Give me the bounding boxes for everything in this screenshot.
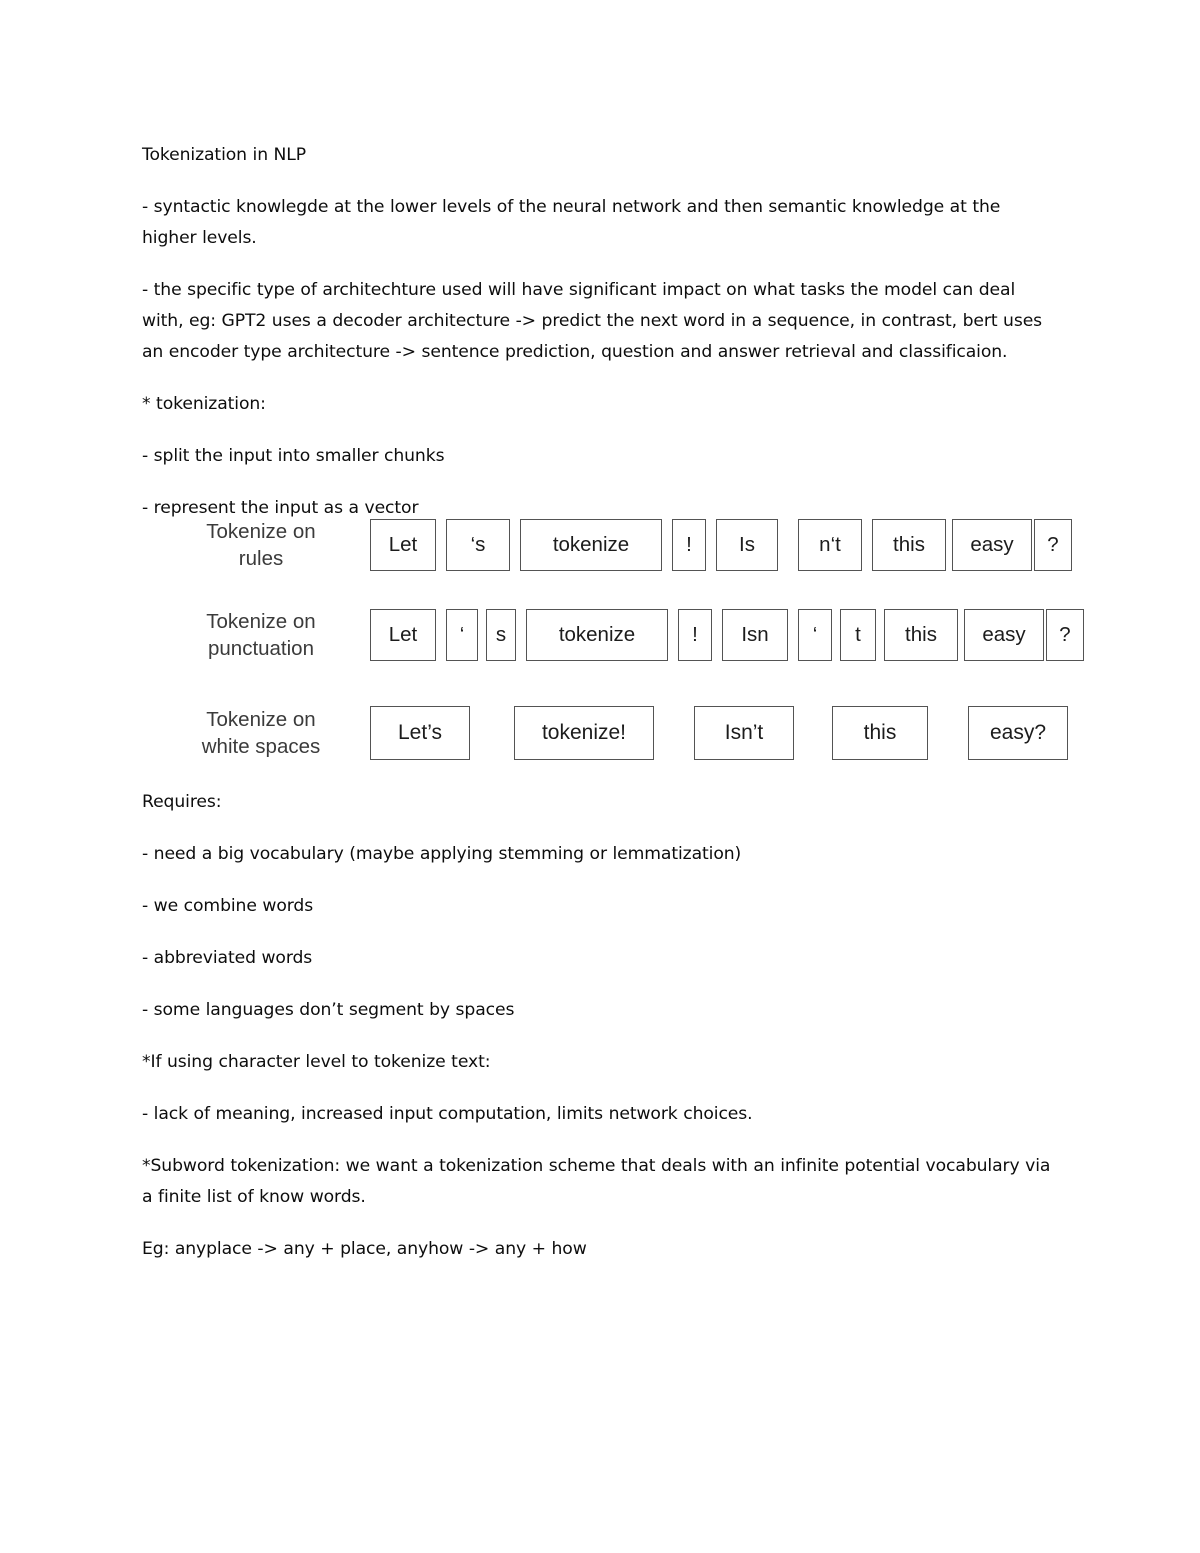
token-box: s (486, 609, 516, 661)
paragraph-3: * tokenization: (142, 394, 266, 414)
token-box: ‘ (798, 609, 832, 661)
paragraph-4: - split the input into smaller chunks (142, 446, 445, 466)
paragraph-lower-3: - abbreviated words (142, 948, 313, 968)
token-box: ! (678, 609, 712, 661)
token-box: tokenize (526, 609, 668, 661)
paragraph-0: Tokenization in NLP (142, 145, 307, 165)
token-box: ‘ (446, 609, 478, 661)
token-box: easy? (968, 705, 1068, 760)
token-box: Let (370, 519, 436, 571)
paragraph-lower-7: *Subword tokenization: we want a tokeniz… (142, 1156, 1051, 1207)
token-box: Let (370, 609, 436, 661)
tokenization-row-1: Tokenize on rules Let ‘s tokenize! Is n‘t this e… (170, 505, 1072, 585)
label-line-2: rules (238, 547, 284, 570)
token-box: Let’s (370, 705, 470, 760)
token-box: this (872, 519, 946, 571)
document-page: Tokenization in NLP - syntactic knowlegde… (0, 0, 1200, 1553)
tokenization-row-label-3: Tokenize on white spaces (170, 706, 358, 760)
paragraph-lower-4: - some languages don’t segment by spaces (142, 1000, 515, 1020)
token-strip-3: Let’s tokenize! Isn’t this easy? (358, 690, 1068, 775)
tokenization-row-3: Tokenize on white spaces Let’s tokenize! Isn… (170, 690, 1068, 775)
label-line-2: white spaces (201, 734, 321, 758)
paragraph-lower-6: - lack of meaning, increased input compu… (142, 1104, 753, 1124)
token-box: t (840, 609, 876, 661)
paragraph-2: - the specific type of architechture use… (142, 280, 1043, 362)
token-box: this (832, 705, 928, 760)
token-box: Is (716, 519, 778, 571)
document-text-lower: Requires: - need a big vocabulary (maybe … (142, 787, 1058, 1286)
token-box: ‘s (446, 519, 510, 571)
paragraph-lower-5: *If using character level to tokenize te… (142, 1052, 491, 1072)
token-box: ! (672, 519, 706, 571)
token-box: n‘t (798, 519, 862, 571)
tokenization-row-2: Tokenize on punctuation Let ‘s tokenize! Isn ‘… (170, 595, 1084, 675)
label-line-2: punctuation (207, 637, 314, 660)
token-box: tokenize! (514, 705, 654, 760)
token-box: ? (1046, 609, 1084, 661)
tokenization-diagram: Tokenize on rules Let ‘s tokenize! Is n‘t this e… (170, 505, 1084, 775)
token-box: easy (952, 519, 1032, 571)
label-line-1: Tokenize on (206, 610, 316, 633)
token-box: this (884, 609, 958, 661)
paragraph-lower-2: - we combine words (142, 896, 314, 916)
token-strip-2: Let ‘s tokenize! Isn ‘t this easy? (358, 595, 1084, 675)
paragraph-lower-1: - need a big vocabulary (maybe applying … (142, 844, 742, 864)
paragraph-lower-0: Requires: (142, 792, 222, 812)
token-box: tokenize (520, 519, 662, 571)
token-strip-1: Let ‘s tokenize! Is n‘t this easy? (358, 505, 1072, 585)
token-box: Isn (722, 609, 788, 661)
paragraph-lower-8: Eg: anyplace -> any + place, anyhow -> a… (142, 1239, 587, 1259)
document-text-upper: Tokenization in NLP - syntactic knowlegde… (142, 140, 1058, 545)
label-line-1: Tokenize on (206, 520, 316, 543)
tokenization-row-label-1: Tokenize on rules (170, 518, 358, 572)
token-box: Isn’t (694, 705, 794, 760)
paragraph-1: - syntactic knowlegde at the lower level… (142, 197, 1001, 248)
token-box: ? (1034, 519, 1072, 571)
token-box: easy (964, 609, 1044, 661)
label-line-1: Tokenize on (206, 707, 316, 731)
tokenization-row-label-2: Tokenize on punctuation (170, 608, 358, 662)
